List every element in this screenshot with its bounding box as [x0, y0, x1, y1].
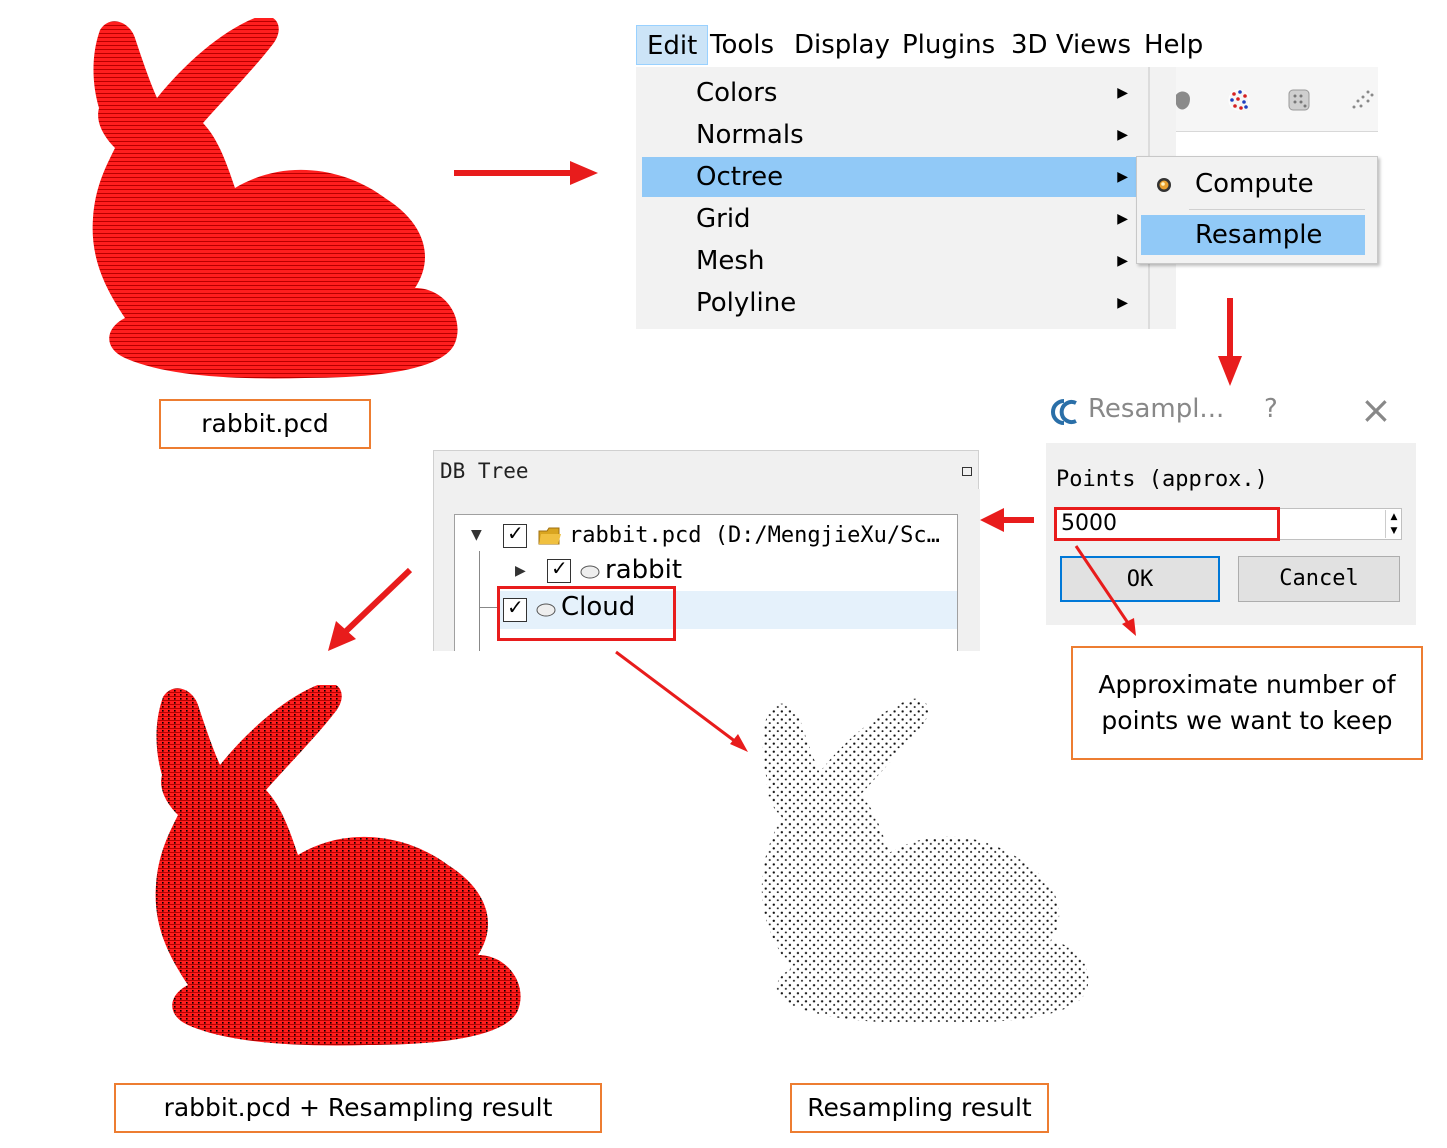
submenu-separator	[1189, 209, 1365, 210]
menu-item-octree-label: Octree	[696, 162, 784, 192]
tree-guide-line	[479, 551, 480, 651]
point-sample-icon[interactable]	[1224, 85, 1254, 115]
menu-bar: Edit Tools Display Plugins 3D Views Help	[636, 25, 1226, 67]
octree-submenu: Compute Resample	[1136, 156, 1378, 264]
cancel-button[interactable]: Cancel	[1238, 556, 1400, 602]
menu-item-colors[interactable]: Colors ▶	[642, 73, 1150, 113]
menu-item-grid[interactable]: Grid ▶	[642, 199, 1150, 239]
menu-display[interactable]: Display	[784, 25, 900, 65]
combined-cloud-image	[155, 685, 521, 1046]
edit-menu: Colors ▶ Normals ▶ Octree ▶ Grid ▶ Mesh …	[636, 67, 1176, 329]
original-cloud-image	[92, 18, 458, 379]
caption-original: rabbit.pcd	[159, 399, 371, 449]
checkbox-file[interactable]: ✓	[503, 521, 527, 548]
submenu-arrow-icon: ▶	[1117, 85, 1128, 101]
cloud-highlight-box	[497, 586, 676, 641]
arrow-to-result	[615, 650, 748, 752]
caption-result-text: Resampling result	[807, 1093, 1032, 1122]
menu-item-mesh[interactable]: Mesh ▶	[642, 241, 1150, 281]
menu-item-colors-label: Colors	[696, 78, 778, 108]
checkbox-rabbit[interactable]: ✓	[547, 556, 571, 583]
submenu-arrow-icon: ▶	[1117, 295, 1128, 311]
dialog-title: Resampl...	[1088, 394, 1225, 424]
menu-item-polyline-label: Polyline	[696, 288, 797, 318]
menu-3d-views[interactable]: 3D Views	[1001, 25, 1141, 65]
caption-combined: rabbit.pcd + Resampling result	[114, 1083, 602, 1133]
spin-down-icon[interactable]: ▼	[1385, 524, 1402, 538]
cloud-icon	[580, 565, 600, 579]
annotation-note-text: Approximate number of points we want to …	[1098, 670, 1396, 735]
collapse-arrow-icon[interactable]: ▼	[471, 527, 482, 543]
submenu-arrow-icon: ▶	[1117, 169, 1128, 185]
toolbar	[1150, 67, 1378, 155]
arrow-to-combined	[328, 567, 413, 651]
submenu-item-resample-label: Resample	[1195, 220, 1323, 250]
menu-edit[interactable]: Edit	[636, 25, 709, 65]
caption-result: Resampling result	[790, 1083, 1049, 1133]
resampled-cloud-image	[761, 698, 1089, 1024]
menu-item-normals-label: Normals	[696, 120, 804, 150]
folder-icon	[538, 527, 561, 545]
resample-dialog-titlebar: Resampl... ? ×	[1046, 388, 1416, 436]
caption-original-text: rabbit.pcd	[201, 409, 329, 438]
menu-item-grid-label: Grid	[696, 204, 751, 234]
caption-combined-text: rabbit.pcd + Resampling result	[163, 1093, 553, 1122]
expand-arrow-icon[interactable]: ▶	[515, 563, 526, 579]
compute-icon	[1157, 178, 1171, 192]
arrow-to-tree	[980, 508, 1034, 532]
tree-row-file[interactable]: ▼ ✓ rabbit.pcd (D:/MengjieXu/Sc…	[455, 519, 957, 555]
tree-rabbit-label: rabbit	[605, 555, 683, 585]
submenu-arrow-icon: ▶	[1117, 127, 1128, 143]
scatter-icon[interactable]	[1346, 85, 1376, 115]
menu-plugins[interactable]: Plugins	[892, 25, 1005, 65]
points-label: Points (approx.)	[1056, 467, 1268, 492]
cloudcompare-logo-icon	[1051, 399, 1077, 425]
annotation-note: Approximate number of points we want to …	[1071, 646, 1423, 760]
menu-help[interactable]: Help	[1134, 25, 1213, 65]
menu-item-normals[interactable]: Normals ▶	[642, 115, 1150, 155]
db-tree-header: DB Tree	[433, 450, 979, 490]
arrow-to-menu	[454, 161, 598, 185]
close-icon[interactable]: ×	[1360, 388, 1392, 432]
menu-item-polyline[interactable]: Polyline ▶	[642, 283, 1150, 323]
submenu-item-compute[interactable]: Compute	[1141, 164, 1365, 204]
tree-guide-line	[479, 607, 499, 608]
help-icon[interactable]: ?	[1264, 394, 1278, 424]
arrow-to-dialog	[1218, 298, 1242, 386]
menu-tools[interactable]: Tools	[700, 25, 784, 65]
submenu-item-resample[interactable]: Resample	[1141, 215, 1365, 255]
db-tree-title: DB Tree	[440, 459, 529, 483]
submenu-arrow-icon: ▶	[1117, 211, 1128, 227]
spin-up-icon[interactable]: ▲	[1385, 510, 1402, 524]
mesh-icon[interactable]	[1286, 87, 1312, 113]
menu-item-mesh-label: Mesh	[696, 246, 765, 276]
annotation-pointer	[1074, 545, 1136, 636]
undock-icon[interactable]	[962, 467, 972, 476]
input-highlight-box	[1054, 507, 1280, 541]
submenu-arrow-icon: ▶	[1117, 253, 1128, 269]
tree-file-label: rabbit.pcd (D:/MengjieXu/Sc…	[569, 523, 940, 548]
submenu-item-compute-label: Compute	[1195, 169, 1314, 199]
menu-item-octree[interactable]: Octree ▶	[642, 157, 1150, 197]
